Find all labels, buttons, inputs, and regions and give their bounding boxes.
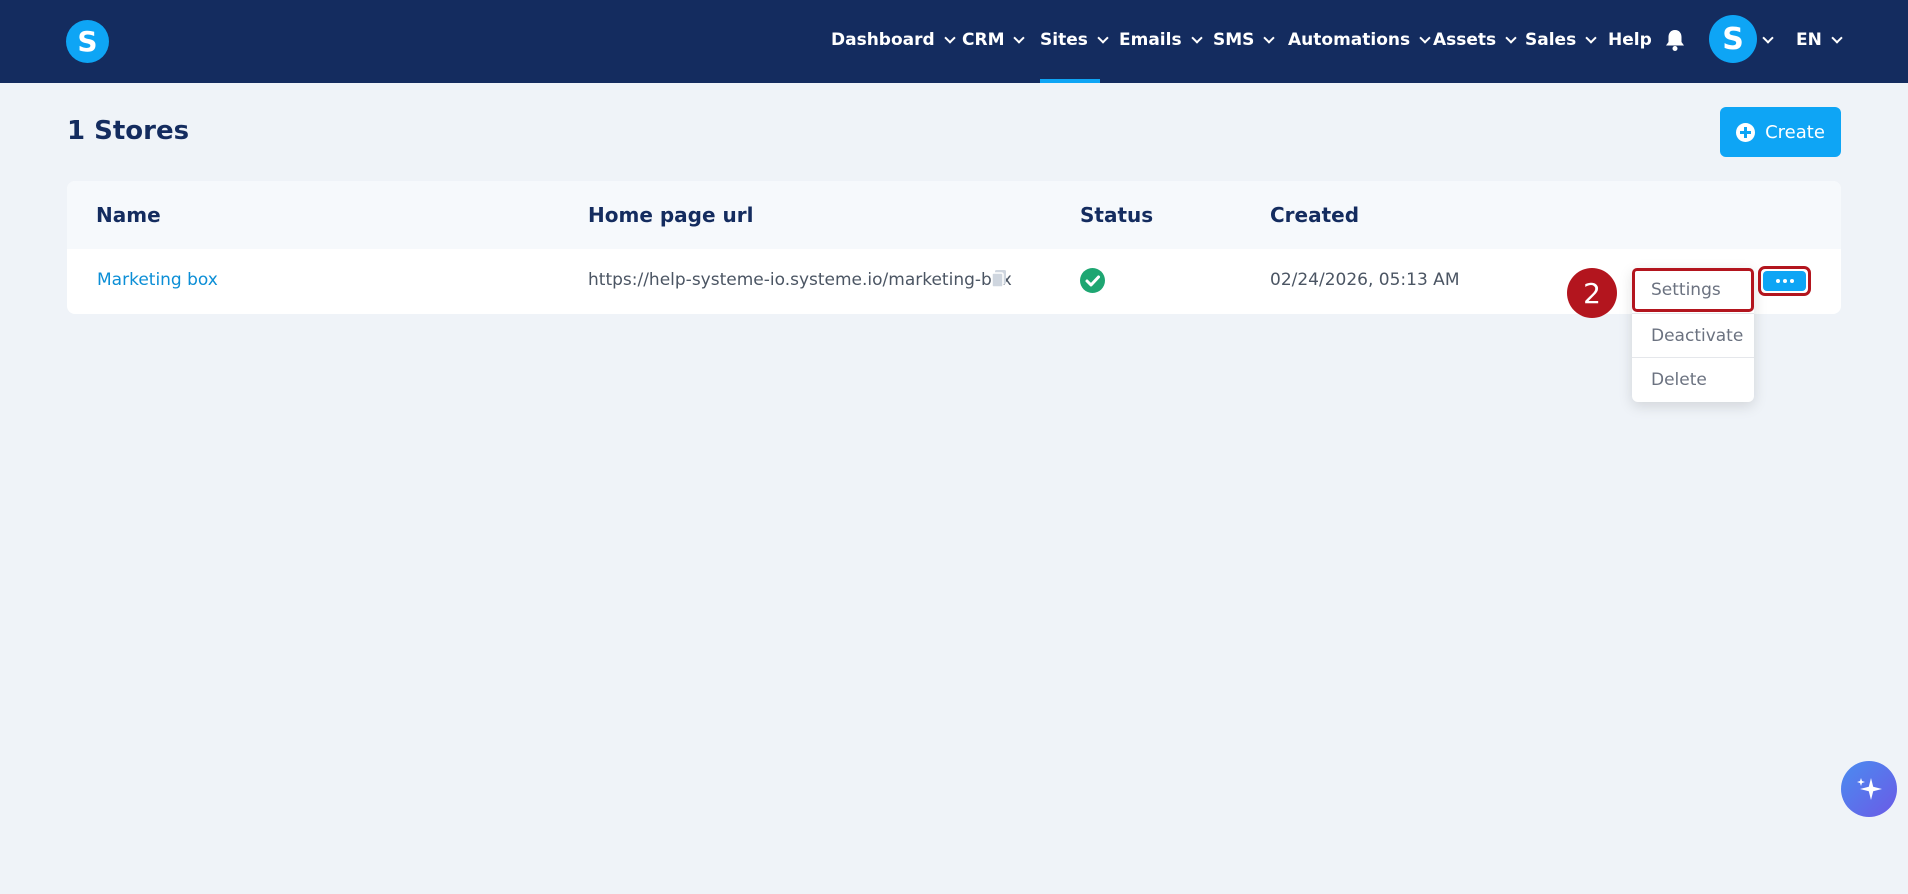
- nav-sites-label: Sites: [1040, 30, 1088, 50]
- chevron-down-icon: [1831, 31, 1843, 44]
- account-menu-toggle[interactable]: [1762, 28, 1774, 52]
- chevron-down-icon: [1263, 31, 1276, 44]
- store-name-link[interactable]: Marketing box: [97, 270, 218, 290]
- nav-automations[interactable]: Automations: [1288, 28, 1431, 52]
- nav-emails-label: Emails: [1119, 30, 1182, 50]
- nav-crm-label: CRM: [962, 30, 1005, 50]
- nav-emails[interactable]: Emails: [1119, 28, 1203, 52]
- language-selector[interactable]: EN: [1796, 28, 1843, 52]
- chevron-down-icon: [944, 31, 956, 44]
- chevron-down-icon: [1013, 31, 1026, 44]
- nav-sites[interactable]: Sites: [1040, 28, 1109, 52]
- nav-sales-label: Sales: [1525, 30, 1577, 50]
- chevron-down-icon: [1585, 31, 1597, 44]
- chevron-down-icon: [1190, 31, 1203, 44]
- page-title: 1 Stores: [67, 116, 190, 146]
- nav-help-label: Help: [1608, 30, 1652, 50]
- column-header-created: Created: [1270, 203, 1360, 227]
- nav-help[interactable]: Help: [1608, 28, 1652, 52]
- nav-assets-label: Assets: [1433, 30, 1497, 50]
- menu-item-deactivate[interactable]: Deactivate: [1632, 314, 1754, 358]
- column-header-status: Status: [1080, 203, 1154, 227]
- nav-automations-label: Automations: [1288, 30, 1411, 50]
- create-button[interactable]: Create: [1720, 107, 1841, 157]
- active-tab-indicator: [1040, 79, 1100, 83]
- chevron-down-icon: [1505, 31, 1517, 44]
- avatar[interactable]: S: [1709, 15, 1757, 63]
- top-navigation-bar: S Dashboard CRM Sites Emails SMS Automat…: [0, 0, 1908, 83]
- nav-dashboard[interactable]: Dashboard: [831, 28, 956, 52]
- store-created-date: 02/24/2026, 05:13 AM: [1270, 270, 1460, 290]
- nav-sms-label: SMS: [1213, 30, 1255, 50]
- nav-sales[interactable]: Sales: [1525, 28, 1597, 52]
- chevron-down-icon: [1419, 31, 1431, 44]
- menu-item-delete[interactable]: Delete: [1632, 358, 1754, 402]
- plus-circle-icon: [1736, 122, 1756, 142]
- chevron-down-icon: [1097, 31, 1109, 44]
- nav-crm[interactable]: CRM: [962, 28, 1026, 52]
- status-active-icon: [1080, 268, 1105, 293]
- column-header-name: Name: [96, 203, 161, 227]
- step-number-badge: 2: [1567, 268, 1617, 318]
- row-actions-menu: Settings Deactivate Delete: [1632, 268, 1754, 402]
- main-nav: Dashboard CRM Sites Emails SMS Automatio…: [0, 0, 1908, 83]
- column-header-url: Home page url: [588, 203, 754, 227]
- nav-sms[interactable]: SMS: [1213, 28, 1276, 52]
- nav-dashboard-label: Dashboard: [831, 30, 935, 50]
- menu-item-settings[interactable]: Settings: [1632, 268, 1754, 312]
- nav-assets[interactable]: Assets: [1433, 28, 1517, 52]
- create-button-label: Create: [1765, 121, 1825, 143]
- sparkle-icon: [1857, 778, 1882, 800]
- language-label: EN: [1796, 30, 1822, 50]
- store-url: https://help-systeme-io.systeme.io/marke…: [588, 270, 1012, 290]
- table-header: Name Home page url Status Created: [67, 181, 1841, 249]
- chevron-down-icon: [1762, 31, 1774, 44]
- ai-assistant-button[interactable]: [1841, 761, 1897, 817]
- row-more-actions-button[interactable]: [1758, 266, 1811, 296]
- more-horizontal-icon: [1763, 271, 1806, 291]
- copy-icon[interactable]: [990, 269, 1008, 289]
- bell-icon[interactable]: [1664, 28, 1686, 52]
